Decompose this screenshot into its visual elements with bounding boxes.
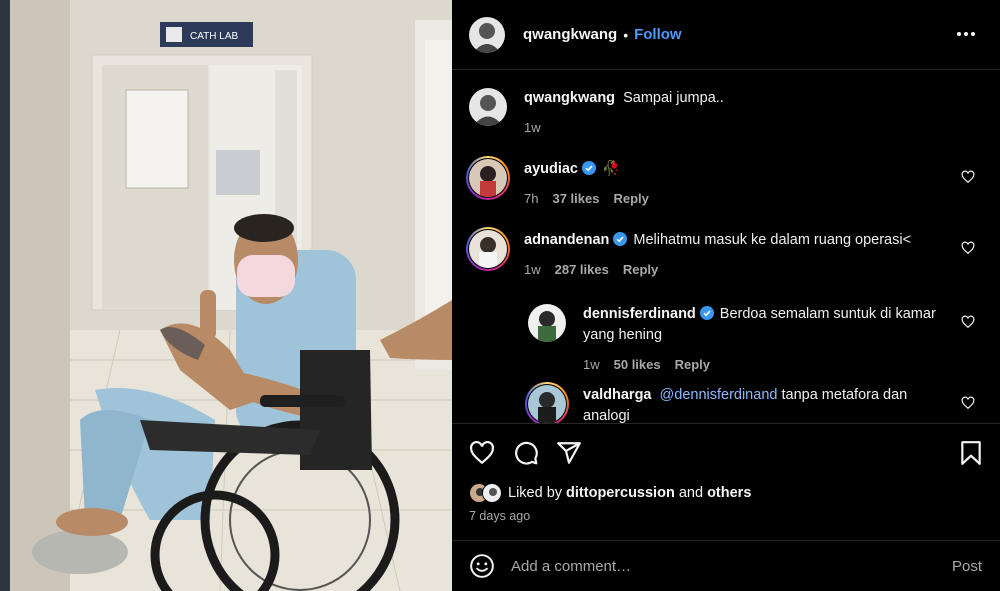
liked-by: Liked by dittopercussion and others	[469, 483, 751, 503]
cath-lab-sign: CATH LAB	[190, 31, 238, 42]
comment-like-heart-icon[interactable]	[961, 396, 975, 410]
post-panel: qwangkwang • Follow qwangkwang Sampai ju…	[452, 0, 1000, 591]
verified-badge-icon	[699, 306, 714, 320]
mention-link[interactable]: @dennisferdinand	[660, 387, 778, 403]
add-comment-bar: Post	[452, 540, 1000, 591]
verified-badge-icon	[613, 232, 628, 246]
follow-button[interactable]: Follow	[634, 26, 682, 43]
author-username[interactable]: qwangkwang	[523, 26, 617, 43]
comment-likes[interactable]: 50 likes	[614, 354, 661, 375]
caption-avatar[interactable]	[469, 88, 507, 126]
comment-likes[interactable]: 287 likes	[555, 259, 609, 280]
comment-item: ayudiac 🥀 7h 37 likes Reply	[466, 156, 979, 209]
comment-input[interactable]	[511, 557, 911, 575]
more-horizontal-icon[interactable]	[954, 22, 978, 46]
liked-by-prefix: Liked by	[508, 485, 563, 501]
comment-like-heart-icon[interactable]	[961, 170, 975, 184]
comment-item: adnandenan Melihatmu masuk ke dalam ruang…	[466, 227, 979, 280]
liker-username[interactable]: dittopercussion	[566, 485, 675, 501]
reply-item: dennisferdinand Berdoa semalam suntuk di …	[528, 304, 979, 375]
post-timestamp[interactable]: 7 days ago	[469, 509, 530, 523]
reply-button[interactable]: Reply	[675, 354, 710, 375]
liked-by-and: and	[678, 485, 704, 501]
caption-username[interactable]: qwangkwang	[524, 90, 615, 106]
commenter-avatar[interactable]	[469, 230, 507, 268]
comment-icon[interactable]	[513, 440, 539, 466]
comments-list[interactable]: qwangkwang Sampai jumpa.. 1w ayudiac 🥀 7h…	[452, 71, 1000, 424]
bookmark-icon[interactable]	[958, 440, 984, 466]
separator-dot: •	[623, 26, 629, 43]
author-avatar[interactable]	[469, 16, 505, 53]
comment-username[interactable]: adnandenan	[524, 232, 609, 248]
commenter-avatar[interactable]	[528, 304, 566, 342]
liker-avatar[interactable]	[482, 483, 502, 503]
emoji-icon[interactable]	[469, 553, 495, 579]
post-photo[interactable]: CATH LAB	[0, 0, 452, 591]
comment-text: Melihatmu masuk ke dalam ruang operasi<	[633, 232, 912, 248]
caption-time[interactable]: 1w	[524, 117, 541, 138]
heart-icon[interactable]	[469, 440, 495, 466]
comment-username[interactable]: dennisferdinand	[583, 306, 696, 322]
comment-likes[interactable]: 37 likes	[552, 188, 599, 209]
comment-like-heart-icon[interactable]	[961, 241, 975, 255]
post-button[interactable]: Post	[952, 558, 982, 575]
reply-button[interactable]: Reply	[613, 188, 648, 209]
comment-username[interactable]: ayudiac	[524, 161, 578, 177]
commenter-avatar[interactable]	[469, 159, 507, 197]
caption-text: Sampai jumpa..	[623, 90, 724, 106]
comment-username[interactable]: valdharga	[583, 387, 652, 403]
post-header: qwangkwang • Follow	[452, 0, 1000, 70]
comment-text: 🥀	[602, 161, 621, 177]
reply-button[interactable]: Reply	[623, 259, 658, 280]
share-icon[interactable]	[556, 440, 582, 466]
comment-time[interactable]: 1w	[524, 259, 541, 280]
others-link[interactable]: others	[707, 485, 751, 501]
comment-like-heart-icon[interactable]	[961, 315, 975, 329]
post-actions	[452, 436, 1000, 472]
comment-time[interactable]: 1w	[583, 354, 600, 375]
caption: qwangkwang Sampai jumpa.. 1w	[469, 88, 979, 138]
comment-time[interactable]: 7h	[524, 188, 538, 209]
verified-badge-icon	[582, 161, 596, 175]
commenter-avatar[interactable]	[528, 385, 566, 423]
reply-item: valdharga @dennisferdinand tanpa metafor…	[525, 382, 979, 423]
